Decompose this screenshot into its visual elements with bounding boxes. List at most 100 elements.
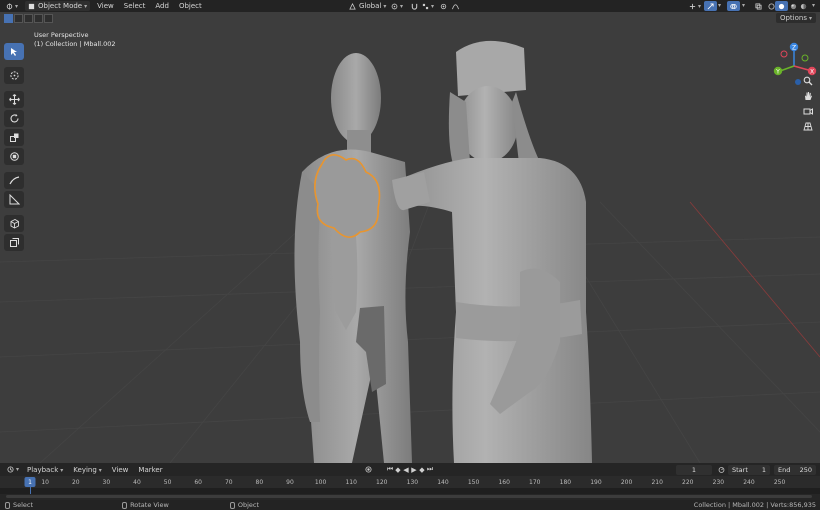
jump-keyframe-back-icon[interactable]: ◆: [394, 465, 402, 474]
start-frame-value: 1: [761, 465, 766, 474]
status-bar: Select Rotate View Object Collection | M…: [0, 500, 820, 510]
xray-toggle[interactable]: [752, 1, 765, 11]
scene-statistics: Collection | Mball.002 | Verts:856,935: [693, 501, 816, 509]
end-frame-label: End: [778, 465, 791, 474]
perspective-toggle-button[interactable]: [800, 119, 816, 133]
timeline-editor-type-button[interactable]: ▾: [4, 465, 22, 475]
auto-keying-toggle[interactable]: [362, 465, 375, 475]
proportional-falloff-dropdown[interactable]: [449, 1, 462, 11]
timeline-scroll-thumb[interactable]: [6, 495, 812, 498]
select-new-icon[interactable]: [4, 14, 13, 23]
tool-annotate[interactable]: [4, 172, 24, 189]
camera-view-button[interactable]: [800, 104, 816, 118]
x-axis-line: [689, 201, 820, 358]
select-difference-icon[interactable]: [34, 14, 43, 23]
preview-range-toggle[interactable]: [715, 465, 728, 475]
tool-scale[interactable]: [4, 129, 24, 146]
clock-icon: [7, 466, 14, 473]
wireframe-shading-icon: [768, 2, 775, 10]
zoom-button[interactable]: [800, 74, 816, 88]
tool-select-box[interactable]: [4, 43, 24, 60]
frame-tick-label: 90: [286, 479, 294, 486]
annotate-icon: [8, 176, 19, 185]
frame-tick-label: 250: [773, 479, 786, 486]
jump-keyframe-forward-icon[interactable]: ◆: [418, 465, 426, 474]
y-axis-label: Y: [775, 68, 780, 75]
playhead-frame-label[interactable]: 1: [24, 477, 36, 487]
chevron-down-icon: ▾: [383, 2, 387, 10]
shading-rendered-button[interactable]: [797, 1, 810, 11]
proportional-edit-icon: [440, 3, 447, 9]
overlays-toggle[interactable]: [727, 1, 740, 11]
chevron-down-icon[interactable]: ▾: [742, 2, 745, 9]
grid-perspective-icon: [803, 122, 813, 131]
frame-tick-label: 80: [255, 479, 264, 486]
menu-object[interactable]: Object: [174, 2, 207, 10]
menu-select[interactable]: Select: [119, 2, 151, 10]
visibility-dropdown[interactable]: ▾: [686, 1, 704, 11]
cursor-icon: [9, 71, 19, 80]
play-icon[interactable]: ▶: [410, 465, 418, 474]
orientation-icon: [349, 2, 356, 10]
chevron-down-icon[interactable]: ▾: [812, 2, 815, 9]
end-frame-field[interactable]: End 250: [774, 464, 816, 475]
frame-tick-label: 240: [743, 479, 755, 486]
transform-orientation-dropdown[interactable]: Global ▾: [346, 1, 389, 11]
snap-target-dropdown[interactable]: ▾: [419, 1, 437, 11]
select-subtract-icon[interactable]: [24, 14, 33, 23]
pivot-point-dropdown[interactable]: ▾: [388, 1, 406, 11]
options-dropdown[interactable]: Options ▾: [775, 13, 816, 23]
transform-icon: [9, 152, 19, 161]
camera-icon: [803, 108, 813, 115]
menu-marker[interactable]: Marker: [133, 466, 167, 474]
material-shading-icon: [790, 3, 797, 9]
menu-add[interactable]: Add: [150, 2, 174, 10]
3d-viewport[interactable]: User Perspective (1) Collection | Mball.…: [0, 12, 820, 463]
gizmo-toggle[interactable]: [704, 1, 717, 11]
menu-timeline-view[interactable]: View: [107, 466, 134, 474]
menu-keying[interactable]: Keying ▾: [68, 466, 107, 474]
start-frame-label: Start: [732, 465, 748, 474]
mannequin-figure: [294, 53, 412, 463]
start-frame-field[interactable]: Start 1: [728, 464, 770, 475]
tool-move[interactable]: [4, 91, 24, 108]
jump-end-icon[interactable]: ⏭: [426, 465, 434, 474]
tool-rotate[interactable]: [4, 110, 24, 127]
select-extend-icon[interactable]: [14, 14, 23, 23]
play-reverse-icon[interactable]: ◀: [402, 465, 410, 474]
chevron-down-icon: ▾: [808, 14, 812, 22]
tool-extrude[interactable]: [4, 234, 24, 251]
select-intersect-icon[interactable]: [44, 14, 53, 23]
chevron-down-icon: ▾: [431, 2, 435, 10]
active-object-label: (1) Collection | Mball.002: [34, 40, 116, 48]
pan-button[interactable]: [800, 89, 816, 103]
menu-playback[interactable]: Playback ▾: [22, 466, 68, 474]
z-axis-label: Z: [792, 44, 796, 51]
frame-tick-label: 30: [102, 479, 111, 486]
menu-view[interactable]: View: [92, 2, 119, 10]
frame-tick-label: 230: [712, 479, 725, 486]
object-mode-dropdown[interactable]: Object Mode ▾: [25, 1, 91, 11]
editor-type-button[interactable]: ▾: [3, 1, 21, 11]
frame-tick-label: 40: [133, 479, 141, 486]
status-select-label: Select: [13, 501, 34, 509]
frame-ruler[interactable]: 10 20 30 40 50 60 70 80 90 100 110 120 130 140 150 160 1…: [0, 476, 820, 488]
current-frame-field[interactable]: 1: [676, 464, 712, 475]
3d-viewport-icon: [6, 2, 13, 10]
orientation-label: Global: [359, 2, 382, 10]
stopwatch-icon: [718, 467, 725, 473]
tool-cursor[interactable]: [4, 67, 24, 84]
jump-start-icon[interactable]: ⏮: [386, 465, 394, 474]
status-object-hint: Object: [225, 501, 259, 509]
rendered-shading-icon: [800, 3, 807, 9]
options-label: Options: [779, 14, 807, 22]
xray-icon: [755, 2, 762, 10]
select-box-icon: [11, 47, 17, 56]
chevron-down-icon[interactable]: ▾: [718, 2, 721, 9]
chevron-down-icon: ▾: [698, 2, 702, 10]
tool-add-cube[interactable]: [4, 215, 24, 232]
mouse-right-icon: [229, 501, 235, 509]
tool-measure[interactable]: [4, 191, 24, 208]
frame-tick-label: 190: [590, 479, 602, 486]
tool-transform[interactable]: [4, 148, 24, 165]
